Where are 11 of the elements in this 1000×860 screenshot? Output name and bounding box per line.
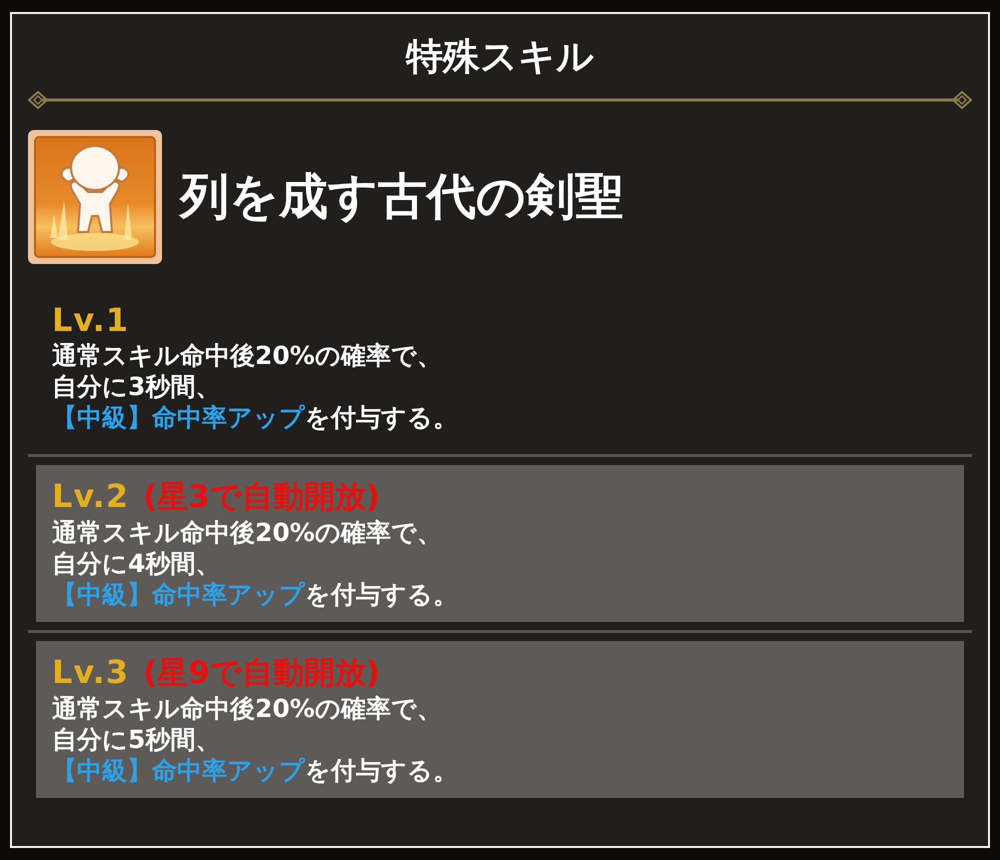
skill-name: 列を成す古代の剣聖 <box>180 170 624 224</box>
skill-description: 通常スキル命中後20%の確率で、 自分に5秒間、 【中級】命中率アップを付与する。 <box>52 692 459 786</box>
unlock-condition: (星3で自動開放) <box>143 478 380 517</box>
skill-description: 通常スキル命中後20%の確率で、 自分に3秒間、 【中級】命中率アップを付与する。 <box>52 340 459 433</box>
dialog-title: 特殊スキル <box>404 34 595 75</box>
flexing-figure-icon <box>28 130 162 264</box>
level-label: Lv.1 <box>52 300 130 340</box>
skill-description: 通常スキル命中後20%の確率で、 自分に4秒間、 【中級】命中率アップを付与する。 <box>52 516 459 610</box>
unlock-condition: (星9で自動開放) <box>143 654 380 692</box>
level-label: Lv.2 <box>52 476 130 516</box>
level-label: Lv.3 <box>52 652 130 692</box>
